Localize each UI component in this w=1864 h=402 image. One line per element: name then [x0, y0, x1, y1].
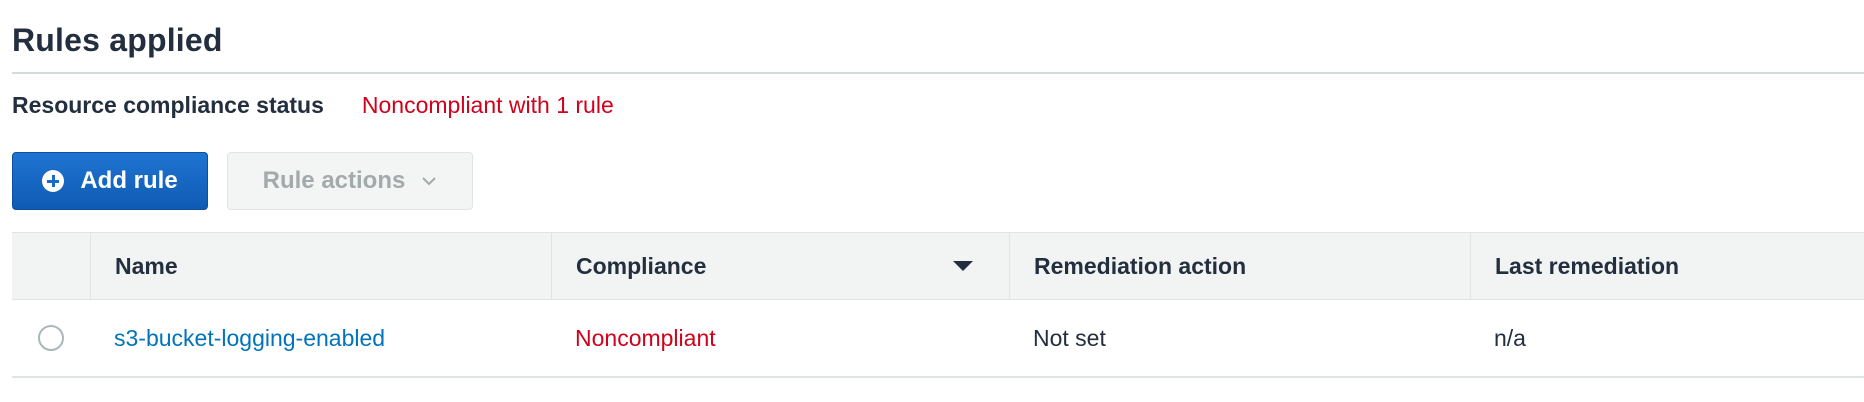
add-rule-label: Add rule [80, 167, 178, 194]
column-header-compliance[interactable]: Compliance [551, 233, 1009, 299]
select-column-header [12, 233, 90, 299]
row-select-cell [12, 325, 90, 351]
column-header-name[interactable]: Name [90, 233, 551, 299]
rules-table: Name Compliance Remediation action Last … [12, 232, 1864, 378]
compliance-status-value: Noncompliant with 1 rule [361, 91, 614, 118]
sort-descending-icon[interactable] [953, 261, 973, 271]
remediation-action-cell: Not set [1009, 325, 1470, 352]
column-header-name-label: Name [115, 252, 178, 279]
title-divider [12, 72, 1864, 74]
compliance-status-label: Resource compliance status [12, 91, 324, 118]
plus-circle-icon [42, 170, 65, 192]
rule-name-link[interactable]: s3-bucket-logging-enabled [114, 325, 385, 351]
column-header-last-remediation[interactable]: Last remediation [1470, 233, 1864, 299]
column-header-last-remediation-label: Last remediation [1495, 252, 1680, 279]
table-header: Name Compliance Remediation action Last … [12, 232, 1864, 300]
chevron-down-icon [422, 177, 437, 186]
column-header-remediation-action-label: Remediation action [1034, 252, 1247, 279]
table-row[interactable]: s3-bucket-logging-enabled Noncompliant N… [12, 300, 1864, 378]
remediation-action-value: Not set [1033, 324, 1106, 351]
row-select-radio[interactable] [38, 325, 64, 351]
add-rule-button[interactable]: Add rule [12, 152, 208, 210]
rules-applied-panel: Rules applied Resource compliance status… [0, 0, 1864, 402]
rule-name-cell: s3-bucket-logging-enabled [90, 325, 551, 352]
column-header-remediation-action[interactable]: Remediation action [1009, 233, 1470, 299]
compliance-status: Noncompliant [575, 324, 716, 351]
section-title: Rules applied [12, 22, 223, 58]
compliance-cell: Noncompliant [551, 325, 1009, 352]
toolbar: Add rule Rule actions [12, 152, 473, 210]
last-remediation-value: n/a [1494, 324, 1526, 351]
compliance-status-row: Resource compliance status Noncompliant … [12, 89, 614, 121]
rule-actions-button[interactable]: Rule actions [227, 152, 473, 210]
rule-actions-label: Rule actions [262, 167, 406, 194]
last-remediation-cell: n/a [1470, 325, 1864, 352]
column-header-compliance-label: Compliance [576, 252, 707, 279]
